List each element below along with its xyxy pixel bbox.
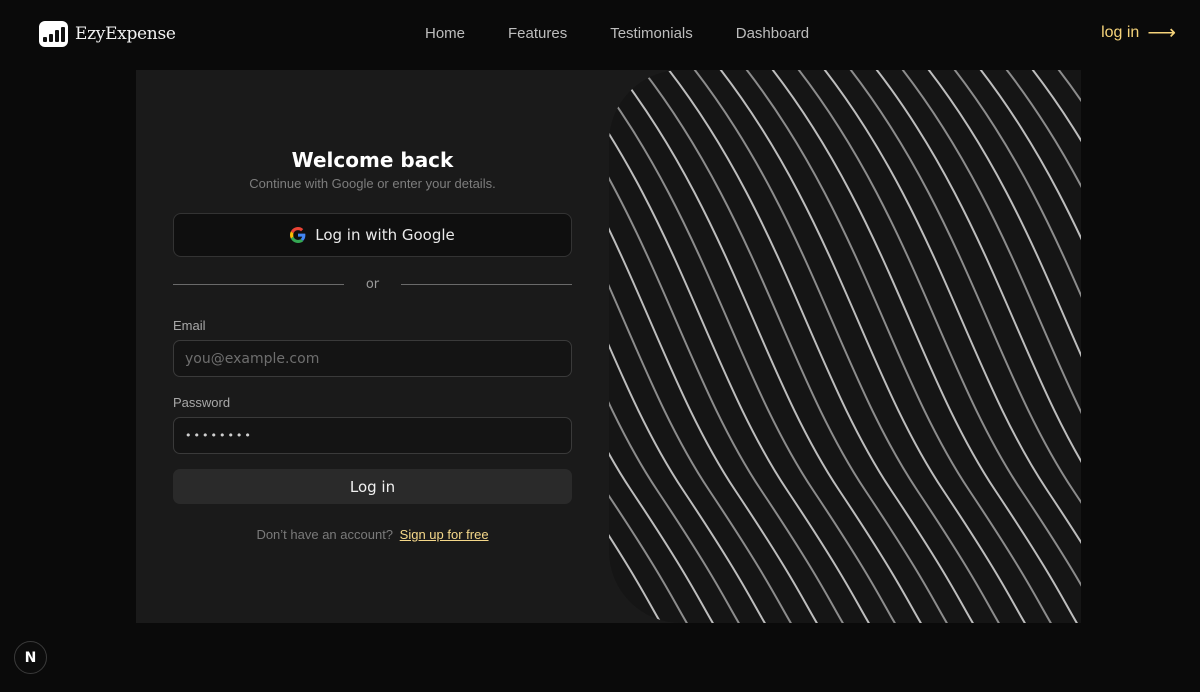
main-nav: Home Features Testimonials Dashboard [425, 25, 809, 42]
wave-line [641, 70, 948, 623]
email-label: Email [173, 318, 206, 333]
top-header: EzyExpense Home Features Testimonials Da… [0, 0, 1200, 70]
password-label: Password [173, 395, 231, 410]
login-card: Welcome back Continue with Google or ent… [136, 70, 1081, 623]
brand[interactable]: EzyExpense [39, 21, 176, 47]
wave-line [693, 70, 1000, 623]
wave-line [609, 227, 818, 623]
login-submit-button[interactable]: Log in [173, 469, 572, 504]
header-login-label: log in [1101, 24, 1140, 41]
wave-line [609, 283, 792, 623]
arrow-right-icon: ⟶ [1147, 22, 1176, 44]
google-icon [290, 227, 306, 243]
divider-text: or [365, 277, 380, 292]
nav-dashboard[interactable]: Dashboard [736, 25, 809, 42]
brand-name: EzyExpense [75, 24, 176, 44]
divider-line-right [401, 284, 572, 285]
form-subtitle: Continue with Google or enter your detai… [249, 176, 496, 191]
signup-link[interactable]: Sign up for free [400, 527, 489, 542]
wave-line [609, 92, 896, 623]
google-login-label: Log in with Google [315, 226, 455, 244]
signup-row: Don’t have an account? Sign up for free [173, 527, 572, 542]
password-field[interactable] [173, 417, 572, 454]
email-field[interactable] [173, 340, 572, 377]
login-form: Welcome back Continue with Google or ent… [173, 148, 572, 542]
or-divider: or [173, 277, 572, 292]
wave-line [667, 70, 974, 623]
wave-line [849, 70, 1081, 504]
wave-lines-graphic [609, 70, 1081, 623]
nav-features[interactable]: Features [508, 25, 567, 42]
wave-line [745, 70, 1052, 623]
nav-testimonials[interactable]: Testimonials [610, 25, 693, 42]
google-login-button[interactable]: Log in with Google [173, 213, 572, 257]
decorative-wave-image [609, 70, 1081, 623]
nav-home[interactable]: Home [425, 25, 465, 42]
form-title: Welcome back [291, 148, 454, 172]
wave-line [615, 70, 922, 623]
dev-tools-badge[interactable]: N [14, 641, 47, 674]
signup-prompt: Don’t have an account? [256, 527, 394, 542]
wave-line [609, 401, 740, 623]
wave-line [953, 70, 1081, 298]
wave-line [719, 70, 1026, 623]
bar-chart-icon [39, 21, 68, 47]
divider-line-left [173, 284, 344, 285]
header-login-link[interactable]: log in ⟶ [1101, 22, 1176, 44]
